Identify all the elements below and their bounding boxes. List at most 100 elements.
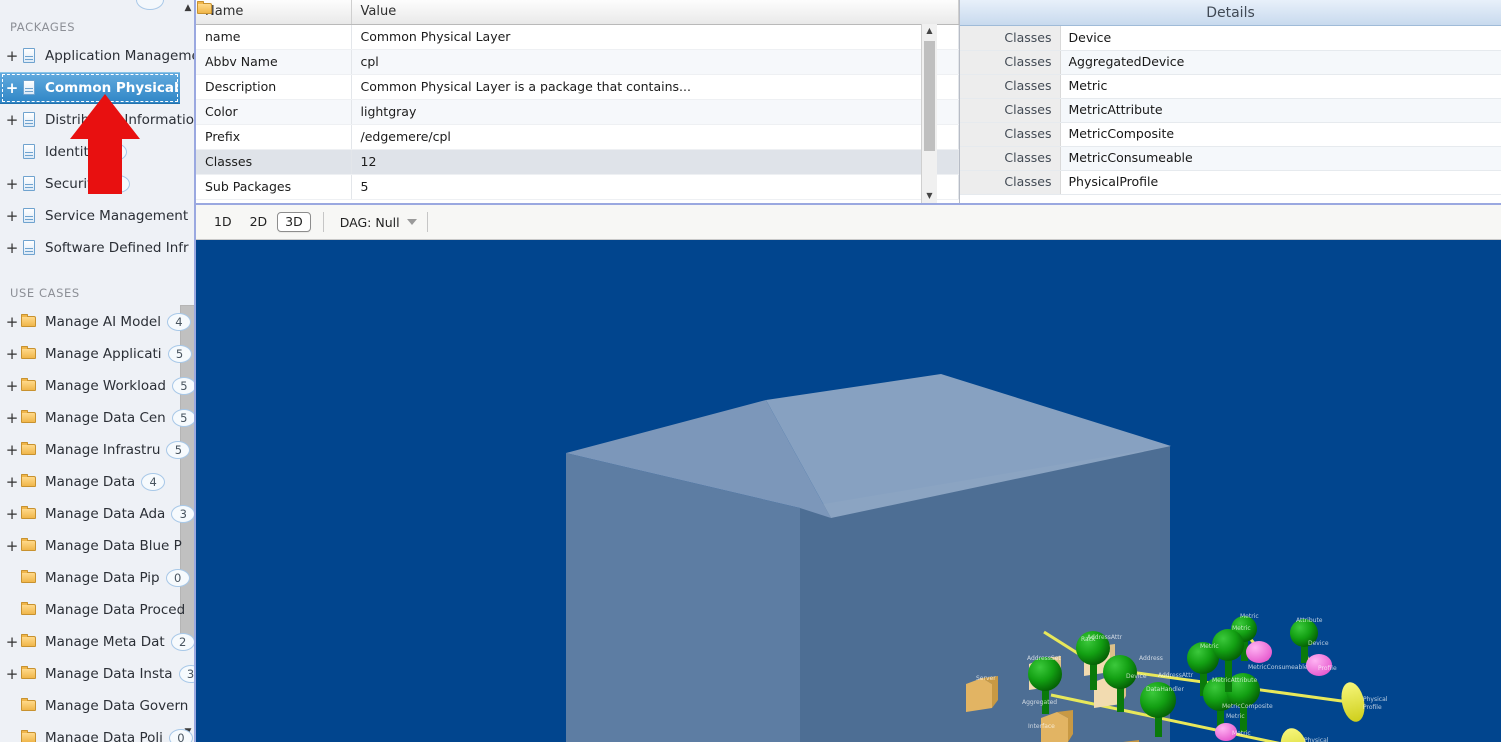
sidebar-item-manage-data-policy[interactable]: + Manage Data Poli 0 <box>0 722 194 742</box>
sidebar-item-manage-data-adapter[interactable]: + Manage Data Ada 3 <box>0 498 194 530</box>
sidebar-item-manage-data-pipeline[interactable]: + Manage Data Pip 0 <box>0 562 194 594</box>
expand-toggle-icon[interactable]: + <box>4 634 20 650</box>
detail-value: MetricComposite <box>1060 122 1501 147</box>
expand-toggle-icon[interactable]: + <box>4 80 20 96</box>
sidebar-item-manage-meta-data[interactable]: + Manage Meta Dat 2 <box>0 626 194 658</box>
sidebar-item-manage-infrastructure[interactable]: + Manage Infrastru 5 <box>0 434 194 466</box>
table-row[interactable]: Classes MetricConsumeable <box>960 146 1501 171</box>
properties-scroll-down-arrow[interactable]: ▼ <box>922 189 937 203</box>
expand-toggle-icon[interactable]: + <box>4 378 20 394</box>
expand-toggle-icon[interactable]: + <box>4 666 20 682</box>
sidebar-item-service-management[interactable]: + Service Management <box>0 200 194 232</box>
3d-scene[interactable]: AddressSet AddressAttr Device Address Ad… <box>196 240 1501 742</box>
sidebar-scroll-up-arrow[interactable]: ▲ <box>181 2 194 14</box>
expand-toggle-icon[interactable]: + <box>4 48 20 64</box>
table-row[interactable]: Abbv Name cpl <box>196 49 959 75</box>
upper-panels-row: Name Value name Common Physical Layer Ab… <box>196 0 1501 205</box>
table-row[interactable]: Classes AggregatedDevice <box>960 50 1501 75</box>
table-row[interactable]: Classes Metric <box>960 74 1501 99</box>
sidebar-item-label: Service Management <box>45 208 189 224</box>
sidebar-item-manage-data[interactable]: + Manage Data 4 <box>0 466 194 498</box>
expand-toggle-icon[interactable]: + <box>4 538 20 554</box>
detail-key: Classes <box>960 74 1061 99</box>
sidebar-item-label: Manage Data Insta <box>45 666 173 682</box>
expand-toggle-icon[interactable]: + <box>4 346 20 362</box>
sidebar-item-label: Identity <box>45 144 97 160</box>
table-row[interactable]: Sub Packages 5 <box>196 174 959 200</box>
sidebar-item-common-physical-layer[interactable]: + Common Physical L 5 <box>0 72 180 104</box>
document-icon <box>20 239 38 257</box>
sidebar-item-manage-data-governance[interactable]: + Manage Data Govern <box>0 690 194 722</box>
sidebar-item-badge: 5 <box>167 345 192 363</box>
properties-scrollbar-thumb[interactable] <box>924 41 935 151</box>
property-name: Abbv Name <box>196 49 352 75</box>
properties-table-panel: Name Value name Common Physical Layer Ab… <box>196 0 960 203</box>
expand-toggle-icon[interactable]: + <box>4 176 20 192</box>
dag-selector-button[interactable]: DAG: Null <box>334 215 417 230</box>
table-row[interactable]: Classes PhysicalProfile <box>960 170 1501 195</box>
sidebar-item-manage-data-instance[interactable]: + Manage Data Insta 3 <box>0 658 194 690</box>
properties-scroll-up-arrow[interactable]: ▲ <box>922 24 937 38</box>
sidebar-item-manage-application[interactable]: + Manage Applicati 5 <box>0 338 194 370</box>
sidebar-item-software-defined-infrastructure[interactable]: + Software Defined Infr <box>0 232 194 264</box>
sidebar-item-badge: 2 <box>170 633 194 651</box>
svg-text:Attribute: Attribute <box>1296 617 1323 624</box>
folder-icon <box>20 441 38 459</box>
view-mode-3d-button[interactable]: 3D <box>277 211 311 233</box>
svg-text:Physical: Physical <box>1304 737 1329 742</box>
3d-graph-viewport[interactable]: AddressSet AddressAttr Device Address Ad… <box>196 240 1501 742</box>
document-icon <box>20 47 38 65</box>
table-row[interactable]: name Common Physical Layer <box>196 24 959 50</box>
sidebar-item-manage-workload[interactable]: + Manage Workload 5 <box>0 370 194 402</box>
table-row[interactable]: Color lightgray <box>196 99 959 125</box>
expand-toggle-icon[interactable]: + <box>4 474 20 490</box>
sidebar-item-manage-data-blue-print[interactable]: + Manage Data Blue P <box>0 530 194 562</box>
table-row[interactable]: Classes Device <box>960 26 1501 51</box>
table-header-row: Name Value <box>196 0 959 25</box>
sidebar-item-application-management[interactable]: + Application Manageme <box>0 40 194 72</box>
expand-toggle-icon[interactable]: + <box>4 314 20 330</box>
sidebar-item-label: Manage Data Pip <box>45 570 160 586</box>
folder-icon <box>20 505 38 523</box>
table-row[interactable]: Classes MetricComposite <box>960 122 1501 147</box>
details-panel-title: Details <box>960 0 1501 26</box>
sidebar-item-label: Security <box>45 176 101 192</box>
expand-toggle-icon[interactable]: + <box>4 442 20 458</box>
sidebar-item-security[interactable]: + Security 1 <box>0 168 194 200</box>
sidebar-item-label: Application Manageme <box>45 48 194 64</box>
table-row[interactable]: Prefix /edgemere/cpl <box>196 124 959 150</box>
expand-toggle-icon[interactable]: + <box>4 506 20 522</box>
folder-icon <box>20 697 38 715</box>
sidebar-item-identity[interactable]: + Identity 0 <box>0 136 194 168</box>
table-row[interactable]: Description Common Physical Layer is a p… <box>196 74 959 100</box>
property-value: /edgemere/cpl <box>351 124 959 150</box>
view-mode-2d-button[interactable]: 2D <box>242 212 276 233</box>
sidebar-item-label: Manage Workload <box>45 378 166 394</box>
expand-toggle-icon[interactable]: + <box>4 208 20 224</box>
svg-text:Metric: Metric <box>1226 713 1245 720</box>
detail-value: AggregatedDevice <box>1060 50 1501 75</box>
expand-toggle-icon[interactable]: + <box>4 410 20 426</box>
chevron-down-icon[interactable] <box>406 219 417 225</box>
table-row[interactable]: Classes MetricAttribute <box>960 98 1501 123</box>
sidebar-item-distributed-information[interactable]: + Distributed Informatio <box>0 104 194 136</box>
svg-text:MetricAttribute: MetricAttribute <box>1212 677 1257 684</box>
sidebar-item-label: Manage Data Ada <box>45 506 166 522</box>
properties-scrollbar[interactable]: ▲ ▼ <box>921 24 937 203</box>
sidebar-item-badge: 3 <box>178 665 194 683</box>
expand-toggle-icon[interactable]: + <box>4 240 20 256</box>
expand-toggle-icon[interactable]: + <box>4 112 20 128</box>
sidebar-navigation-panel: ▲ ▼ PACKAGES + Application Manageme + Co… <box>0 0 196 742</box>
properties-table: Name Value name Common Physical Layer Ab… <box>196 0 959 200</box>
column-header-name[interactable]: Name <box>196 0 352 25</box>
sidebar-item-badge: 0 <box>168 729 193 742</box>
sidebar-item-manage-data-center[interactable]: + Manage Data Cen 5 <box>0 402 194 434</box>
sidebar-item-manage-ai-model[interactable]: + Manage AI Model 4 <box>0 306 194 338</box>
sidebar-item-manage-data-procedure[interactable]: + Manage Data Proced <box>0 594 194 626</box>
detail-value: Device <box>1060 26 1501 51</box>
column-header-value[interactable]: Value <box>351 0 959 25</box>
svg-text:Metric: Metric <box>1232 625 1251 632</box>
table-row[interactable]: Classes 12 <box>196 149 959 175</box>
view-mode-1d-button[interactable]: 1D <box>206 212 240 233</box>
property-name: Sub Packages <box>196 174 352 200</box>
